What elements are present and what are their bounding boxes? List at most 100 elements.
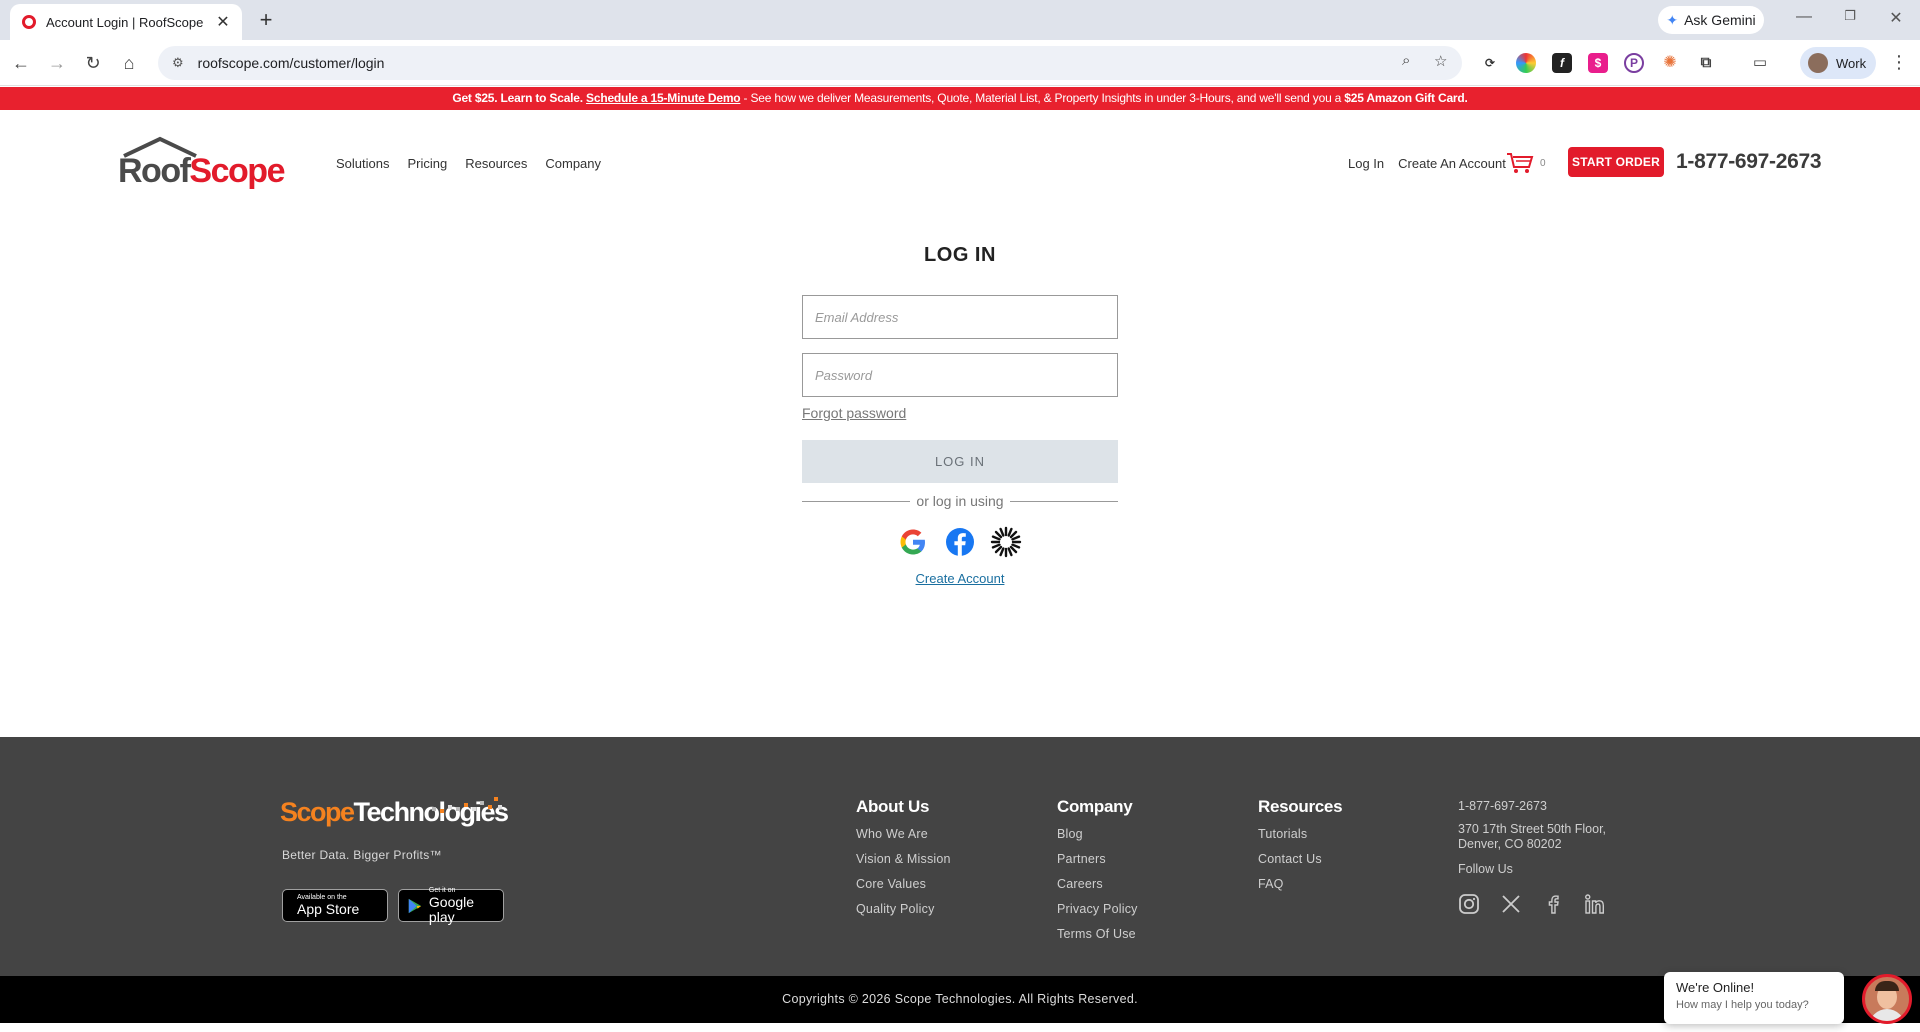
chat-subtitle: How may I help you today?	[1676, 999, 1809, 1011]
address-bar[interactable]: ⚙ roofscope.com/customer/login ⌕ ☆	[158, 46, 1462, 80]
footer-link[interactable]: Terms Of Use	[1057, 927, 1138, 941]
close-tab-icon[interactable]: ✕	[214, 12, 232, 32]
footer-phone[interactable]: 1-877-697-2673	[1458, 799, 1606, 814]
app-store-text: Available on the App Store	[297, 894, 360, 917]
site-header: RoofScope Solutions Pricing Resources Co…	[0, 110, 1920, 220]
site-footer: ScopeTechnologies Better Data. Bigger Pr…	[0, 737, 1920, 976]
tab-search-icon[interactable]: ▭	[1750, 53, 1770, 73]
chat-agent-avatar[interactable]	[1862, 974, 1912, 1024]
promo-reward: $25 Amazon Gift Card.	[1344, 91, 1468, 105]
promo-banner: Get $25. Learn to Scale. Schedule a 15-M…	[0, 87, 1920, 110]
create-account-link[interactable]: Create Account	[916, 571, 1005, 586]
login-button[interactable]: LOG IN	[802, 440, 1118, 483]
google-play-badge[interactable]: Get it on Google play	[398, 886, 504, 925]
browser-menu-icon[interactable]: ⋮	[1890, 52, 1908, 73]
cart-icon	[1507, 153, 1534, 173]
chat-title: We're Online!	[1676, 980, 1755, 995]
footer-resources-column: Resources Tutorials Contact Us FAQ	[1258, 797, 1343, 902]
footer-company-column: Company Blog Partners Careers Privacy Po…	[1057, 797, 1138, 952]
footer-link[interactable]: Who We Are	[856, 827, 951, 841]
close-window-icon[interactable]: ✕	[1886, 8, 1906, 28]
extension-font-icon[interactable]: f	[1552, 53, 1572, 73]
facebook-icon[interactable]	[1542, 893, 1564, 915]
roofscope-favicon-icon	[22, 15, 36, 29]
reload-icon[interactable]: ↻	[80, 50, 106, 76]
instagram-icon[interactable]	[1458, 893, 1480, 915]
main-nav: Solutions Pricing Resources Company	[336, 156, 601, 171]
nav-company[interactable]: Company	[545, 156, 601, 171]
new-tab-icon[interactable]: +	[254, 7, 278, 33]
browser-tab[interactable]: Account Login | RoofScope ✕	[10, 4, 242, 40]
profile-avatar	[1808, 53, 1828, 73]
home-icon[interactable]: ⌂	[116, 50, 142, 76]
forward-icon[interactable]: →	[44, 50, 70, 76]
footer-link[interactable]: Careers	[1057, 877, 1138, 891]
login-title: LOG IN	[924, 244, 996, 266]
nav-resources[interactable]: Resources	[465, 156, 527, 171]
chat-prompt-bubble[interactable]: We're Online! How may I help you today?	[1664, 972, 1844, 1024]
footer-link[interactable]: Tutorials	[1258, 827, 1342, 841]
email-field[interactable]	[802, 295, 1118, 339]
google-play-text: Get it on Google play	[428, 886, 475, 925]
profile-label: Work	[1836, 55, 1867, 71]
follow-us-label: Follow Us	[1458, 862, 1513, 876]
ask-gemini-button[interactable]: ✦ Ask Gemini	[1658, 6, 1764, 34]
social-divider: or log in using	[802, 492, 1119, 510]
promo-middle: - See how we deliver Measurements, Quote…	[740, 91, 1345, 105]
zoom-icon[interactable]: ⌕	[1402, 52, 1410, 69]
browser-toolbar: ← → ↻ ⌂ ⚙ roofscope.com/customer/login ⌕…	[0, 40, 1920, 86]
x-twitter-icon[interactable]	[1500, 893, 1522, 915]
facebook-login-icon[interactable]	[944, 526, 976, 558]
nav-pricing[interactable]: Pricing	[407, 156, 447, 171]
extension-color-icon[interactable]	[1516, 53, 1536, 73]
footer-link[interactable]: Quality Policy	[856, 902, 951, 916]
google-login-icon[interactable]	[897, 526, 929, 558]
forgot-password-link[interactable]: Forgot password	[802, 405, 906, 421]
nav-solutions[interactable]: Solutions	[336, 156, 389, 171]
footer-company-heading: Company	[1057, 797, 1133, 816]
footer-link[interactable]: Contact Us	[1258, 852, 1342, 866]
footer-tagline: Better Data. Bigger Profits™	[282, 848, 442, 862]
footer-link[interactable]: Core Values	[856, 877, 951, 891]
footer-address: 370 17th Street 50th Floor, Denver, CO 8…	[1458, 822, 1607, 851]
app-store-badge[interactable]: Available on the App Store	[282, 889, 388, 922]
header-phone[interactable]: 1-877-697-2673	[1676, 150, 1822, 174]
footer-about-column: About Us Who We Are Vision & Mission Cor…	[856, 797, 951, 927]
bookmark-star-icon[interactable]: ☆	[1434, 52, 1447, 70]
footer-link[interactable]: Partners	[1057, 852, 1138, 866]
footer-link[interactable]: Privacy Policy	[1057, 902, 1138, 916]
profile-button[interactable]: Work	[1800, 47, 1876, 79]
copyright-bar: Copyrights © 2026 Scope Technologies. Al…	[0, 976, 1920, 1023]
google-play-icon	[408, 898, 422, 913]
extension-p-icon[interactable]: P	[1624, 53, 1644, 73]
url-text: roofscope.com/customer/login	[197, 55, 385, 71]
restore-icon[interactable]: ❐	[1840, 8, 1860, 24]
minimize-icon[interactable]: —	[1794, 8, 1814, 26]
start-order-button[interactable]: START ORDER	[1568, 147, 1664, 177]
extension-sync-icon[interactable]: ⟳	[1480, 53, 1500, 73]
promo-lead: Get $25. Learn to Scale.	[452, 91, 583, 105]
extension-claude-icon[interactable]: ✺	[1660, 53, 1680, 73]
footer-link[interactable]: FAQ	[1258, 877, 1342, 891]
site-info-icon[interactable]: ⚙	[172, 55, 184, 71]
logo-pixel-icon	[432, 797, 502, 813]
footer-link[interactable]: Blog	[1057, 827, 1138, 841]
password-field[interactable]	[802, 353, 1118, 397]
extension-dollar-icon[interactable]: $	[1588, 53, 1608, 73]
roofscope-logo[interactable]: RoofScope	[118, 136, 285, 192]
header-login-link[interactable]: Log In	[1348, 156, 1384, 171]
extensions-puzzle-icon[interactable]: ⧉	[1696, 53, 1716, 73]
promo-demo-link[interactable]: Schedule a 15-Minute Demo	[586, 91, 741, 105]
cart-button[interactable]: 0	[1506, 152, 1546, 174]
linkedin-icon[interactable]	[1584, 893, 1606, 915]
footer-link[interactable]: Vision & Mission	[856, 852, 951, 866]
social-links	[1458, 893, 1606, 915]
back-icon[interactable]: ←	[8, 50, 34, 76]
footer-about-heading: About Us	[856, 797, 930, 816]
create-account-row: Create Account	[0, 571, 1920, 586]
header-create-account-link[interactable]: Create An Account	[1398, 156, 1506, 171]
sunburst-login-icon[interactable]	[990, 526, 1022, 558]
ask-gemini-label: Ask Gemini	[1684, 12, 1756, 28]
divider-line-left	[802, 500, 911, 502]
cart-count: 0	[1540, 157, 1546, 169]
